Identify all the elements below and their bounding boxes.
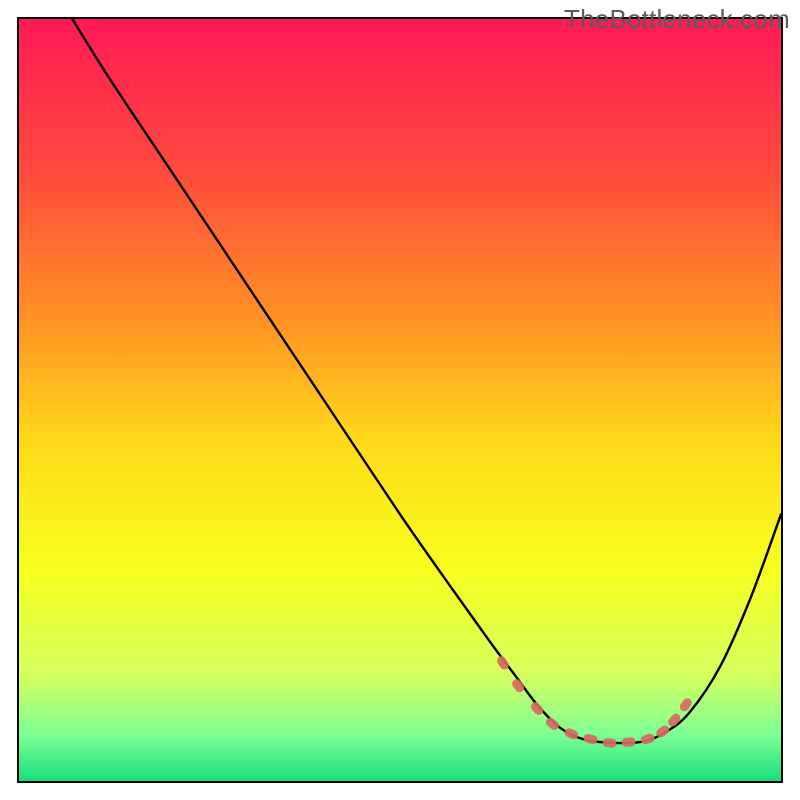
basin-marker bbox=[666, 712, 682, 728]
basin-markers bbox=[495, 655, 693, 748]
basin-marker bbox=[602, 738, 617, 748]
chart-frame: TheBottleneck.com bbox=[0, 0, 800, 800]
basin-marker bbox=[495, 655, 510, 672]
bottleneck-curve bbox=[72, 19, 781, 743]
basin-marker bbox=[563, 727, 579, 741]
basin-marker bbox=[621, 737, 636, 747]
basin-marker bbox=[510, 677, 526, 694]
basin-marker bbox=[544, 716, 561, 732]
basin-marker bbox=[583, 733, 599, 745]
basin-marker bbox=[640, 733, 656, 746]
basin-marker bbox=[529, 700, 545, 716]
watermark-text: TheBottleneck.com bbox=[564, 4, 790, 35]
curve-layer bbox=[19, 19, 781, 781]
plot-area bbox=[17, 17, 783, 783]
